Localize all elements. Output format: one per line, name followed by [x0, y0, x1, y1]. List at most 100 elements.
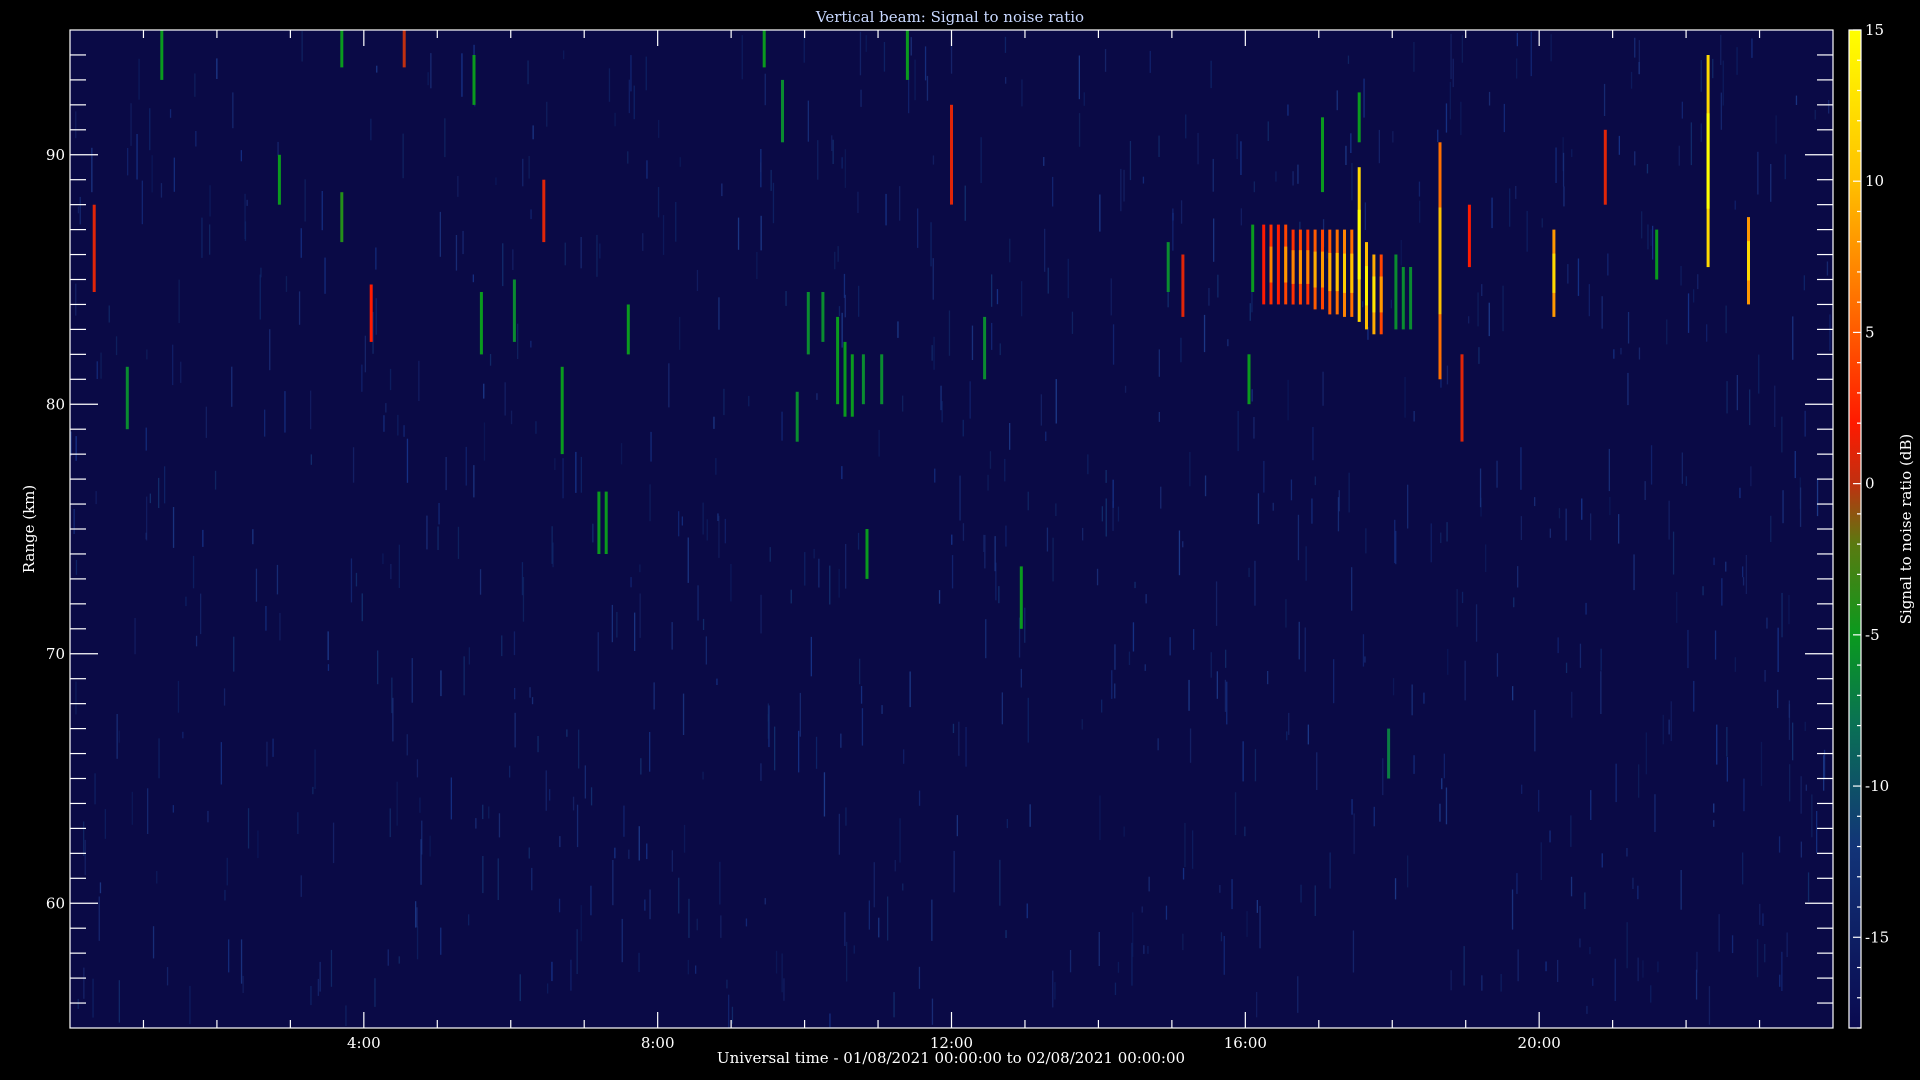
noise-streak [1585, 602, 1587, 615]
colorbar-tick-label: -15 [1865, 928, 1889, 946]
noise-streak [172, 507, 175, 548]
noise-streak [1718, 914, 1720, 952]
noise-streak [301, 31, 303, 62]
noise-streak [1634, 151, 1636, 166]
noise-streak [1254, 749, 1257, 782]
noise-streak [1788, 595, 1790, 625]
noise-streak [1672, 531, 1675, 575]
noise-streak [265, 606, 267, 631]
noise-streak [1223, 936, 1225, 975]
noise-streak [242, 975, 244, 993]
noise-streak [731, 1006, 734, 1024]
noise-streak [1242, 741, 1244, 782]
noise-streak [1141, 906, 1143, 913]
noise-streak [1577, 258, 1580, 296]
noise-streak [312, 786, 314, 795]
noise-streak [1147, 946, 1149, 954]
noise-streak [1614, 958, 1616, 1001]
noise-streak [996, 289, 999, 305]
noise-streak [1549, 528, 1551, 538]
noise-streak [1165, 905, 1168, 920]
noise-streak [1579, 643, 1582, 668]
noise-streak [375, 298, 377, 335]
noise-streak [640, 758, 642, 775]
noise-streak [1040, 394, 1042, 426]
noise-streak [723, 388, 725, 416]
y-tick-label: 90 [46, 146, 65, 164]
echo-core-mark [1328, 252, 1332, 292]
noise-streak [1350, 133, 1352, 153]
noise-streak [857, 191, 859, 213]
noise-streak [616, 612, 618, 638]
noise-streak [646, 843, 648, 860]
noise-streak [462, 230, 464, 255]
noise-streak [1143, 945, 1145, 954]
noise-streak [1182, 933, 1184, 951]
noise-streak [1193, 629, 1195, 650]
noise-streak [1392, 678, 1395, 696]
noise-streak [715, 458, 717, 475]
noise-streak [141, 180, 143, 225]
colorbar: 15 10 5 0 -5 -10 -15 [1848, 21, 1889, 1029]
noise-streak [1219, 885, 1221, 893]
noise-streak [429, 835, 431, 857]
noise-streak [310, 454, 312, 465]
noise-streak [77, 998, 79, 1009]
noise-streak [1662, 714, 1664, 745]
noise-streak [1706, 324, 1708, 342]
noise-streak [930, 222, 932, 267]
noise-streak [1726, 756, 1728, 782]
noise-streak [169, 109, 172, 118]
noise-streak [1314, 885, 1316, 916]
noise-streak [1517, 949, 1519, 982]
noise-streak [1188, 679, 1190, 711]
x-tick-label: 8:00 [641, 1034, 675, 1052]
noise-streak [430, 53, 432, 89]
noise-streak [1326, 251, 1328, 259]
noise-streak [858, 285, 860, 317]
noise-streak [1004, 458, 1006, 482]
noise-streak [1392, 131, 1394, 143]
noise-streak [1158, 349, 1160, 377]
noise-streak [1450, 970, 1452, 991]
noise-streak [1237, 411, 1239, 452]
noise-streak [1545, 961, 1547, 972]
noise-streak [1362, 634, 1365, 667]
noise-streak [964, 185, 966, 221]
noise-streak [403, 425, 405, 437]
noise-streak [310, 390, 312, 430]
noise-streak [75, 681, 77, 715]
noise-streak [760, 594, 762, 634]
noise-streak [1567, 264, 1569, 284]
noise-streak [118, 730, 120, 743]
noise-streak [149, 493, 151, 504]
noise-streak [612, 860, 614, 906]
echo-mark [865, 529, 869, 579]
noise-streak [1515, 186, 1517, 199]
noise-streak [1297, 164, 1299, 184]
noise-streak [1052, 970, 1054, 1008]
noise-streak [426, 515, 428, 550]
echo-mark [1166, 242, 1170, 292]
noise-streak [233, 636, 235, 672]
noise-streak [1638, 40, 1640, 75]
noise-streak [531, 867, 533, 891]
noise-streak [899, 186, 901, 221]
noise-streak [146, 349, 148, 360]
noise-streak [1488, 91, 1491, 106]
noise-streak [1169, 637, 1171, 656]
noise-streak [1182, 541, 1184, 548]
echo-core-mark [1552, 253, 1556, 293]
noise-streak [1645, 732, 1647, 775]
noise-streak [1613, 349, 1615, 359]
noise-streak [798, 730, 800, 773]
noise-streak [897, 321, 899, 338]
noise-streak [1208, 288, 1210, 306]
noise-streak [785, 291, 787, 306]
noise-streak [136, 134, 138, 180]
noise-streak [688, 898, 690, 938]
noise-streak [1005, 77, 1007, 84]
noise-streak [374, 978, 376, 1007]
noise-streak [178, 279, 180, 323]
noise-streak [893, 992, 895, 1018]
